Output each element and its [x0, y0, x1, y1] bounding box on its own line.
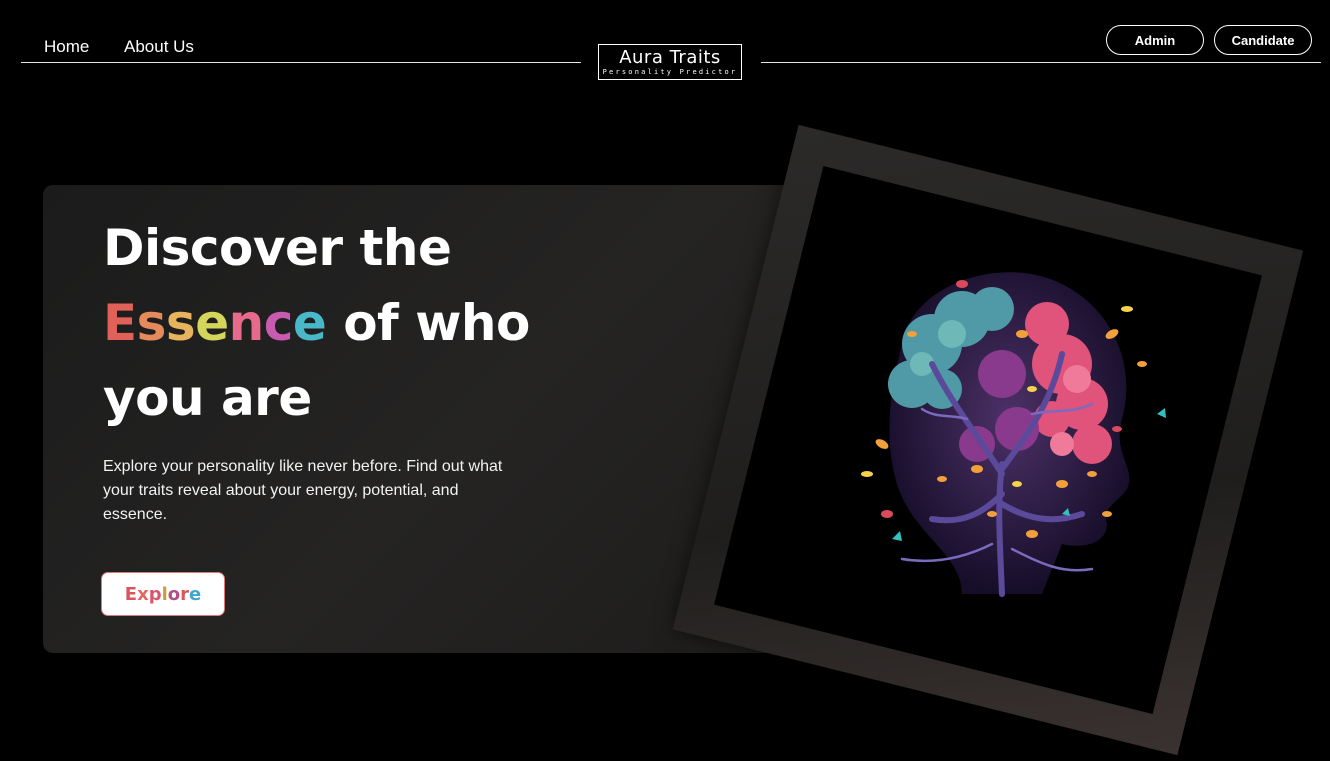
headline-line-2-rest: of who	[326, 294, 530, 352]
explore-letter: e	[189, 583, 202, 605]
site-logo[interactable]: Aura Traits Personality Predictor	[598, 44, 742, 80]
nav-divider-right	[761, 62, 1321, 63]
photo-frame	[672, 124, 1304, 756]
essence-letter: s	[136, 294, 167, 352]
artwork-container	[672, 124, 1304, 756]
candidate-button[interactable]: Candidate	[1214, 25, 1312, 55]
hero-description: Explore your personality like never befo…	[103, 458, 503, 523]
essence-letter: s	[165, 294, 196, 352]
nav-divider-left	[21, 62, 581, 63]
explore-letter: p	[148, 583, 162, 605]
essence-letter: e	[195, 294, 229, 352]
headline-line-3: you are	[103, 369, 312, 427]
essence-letter: e	[292, 294, 327, 352]
explore-letter: x	[137, 583, 149, 605]
admin-button[interactable]: Admin	[1106, 25, 1204, 55]
logo-title: Aura Traits	[619, 47, 721, 68]
essence-word: Essence	[103, 294, 327, 352]
headline-line-2: Essence of who	[103, 293, 530, 353]
headline-line-1: Discover the	[103, 219, 452, 277]
explore-letter: E	[124, 583, 138, 605]
essence-letter: n	[228, 294, 265, 352]
explore-button[interactable]: Explore	[102, 573, 224, 615]
nav-link-home[interactable]: Home	[44, 37, 89, 57]
photo-frame-inner	[714, 166, 1262, 714]
explore-letter: o	[167, 583, 181, 605]
essence-letter: c	[263, 294, 294, 352]
brain-tree-icon	[861, 272, 1166, 597]
explore-letter: r	[180, 583, 190, 605]
logo-subtitle: Personality Predictor	[602, 68, 738, 76]
nav-link-about-us[interactable]: About Us	[124, 37, 194, 57]
essence-letter: E	[103, 294, 137, 352]
